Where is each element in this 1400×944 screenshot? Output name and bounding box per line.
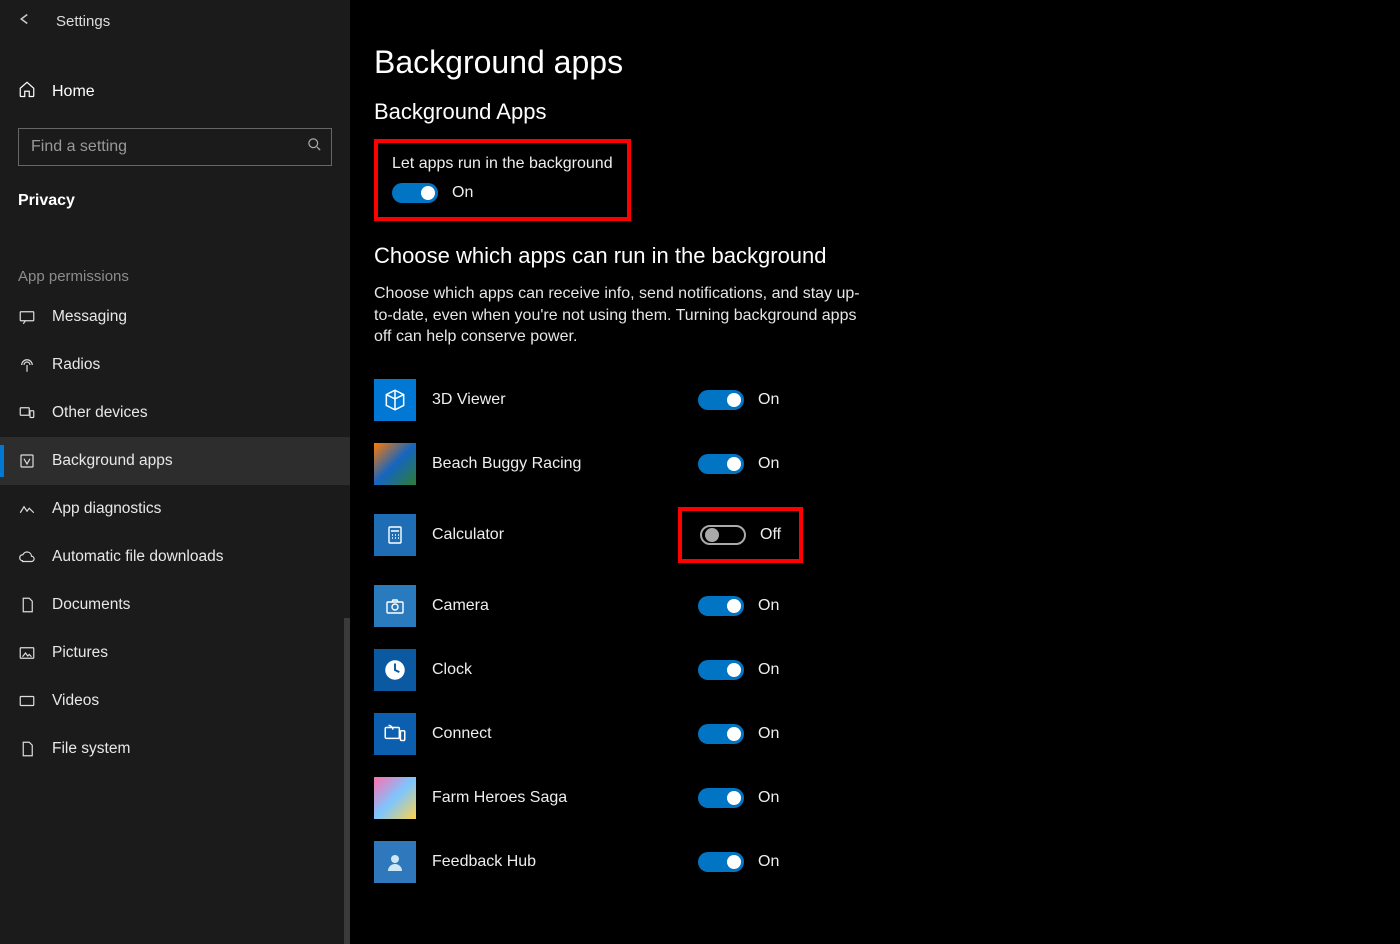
sidebar-item-app-diagnostics[interactable]: App diagnostics bbox=[0, 485, 350, 533]
pictures-icon bbox=[18, 644, 36, 662]
section-heading: App permissions bbox=[0, 268, 350, 285]
master-toggle-label: Let apps run in the background bbox=[392, 155, 613, 173]
app-toggle-beach-buggy-racing[interactable] bbox=[698, 454, 744, 474]
sidebar-item-label: Radios bbox=[52, 356, 100, 374]
search-wrap bbox=[18, 128, 332, 166]
sidebar-item-label: Automatic file downloads bbox=[52, 548, 223, 566]
app-icon-connect bbox=[374, 713, 416, 755]
cloud-icon bbox=[18, 548, 36, 566]
diagnostics-icon bbox=[18, 500, 36, 518]
sidebar-item-label: Videos bbox=[52, 692, 99, 710]
app-list: 3D Viewer On Beach Buggy Racing On Calcu… bbox=[374, 368, 1400, 894]
app-name-label: Beach Buggy Racing bbox=[432, 455, 682, 473]
description-text: Choose which apps can receive info, send… bbox=[374, 283, 864, 348]
sidebar-item-automatic-file-downloads[interactable]: Automatic file downloads bbox=[0, 533, 350, 581]
app-icon-beach-buggy-racing bbox=[374, 443, 416, 485]
app-toggle-calculator[interactable] bbox=[700, 525, 746, 545]
search-icon bbox=[307, 137, 322, 157]
app-icon-feedback-hub bbox=[374, 841, 416, 883]
background-apps-icon bbox=[18, 452, 36, 470]
master-toggle[interactable] bbox=[392, 183, 438, 203]
sidebar-item-file-system[interactable]: File system bbox=[0, 725, 350, 773]
app-row-calculator: Calculator Off bbox=[374, 496, 1400, 574]
app-name-label: Calculator bbox=[432, 526, 682, 544]
app-icon-camera bbox=[374, 585, 416, 627]
settings-title: Settings bbox=[56, 13, 110, 30]
app-toggle-state: On bbox=[758, 455, 779, 473]
app-toggle-state: On bbox=[758, 661, 779, 679]
sidebar-item-label: Background apps bbox=[52, 452, 173, 470]
app-toggle-farm-heroes-saga[interactable] bbox=[698, 788, 744, 808]
app-toggle-state: On bbox=[758, 391, 779, 409]
app-row-camera: Camera On bbox=[374, 574, 1400, 638]
sidebar-item-documents[interactable]: Documents bbox=[0, 581, 350, 629]
app-row-clock: Clock On bbox=[374, 638, 1400, 702]
sidebar-item-label: App diagnostics bbox=[52, 500, 161, 518]
page-title: Background apps bbox=[374, 44, 1400, 81]
sidebar-item-radios[interactable]: Radios bbox=[0, 341, 350, 389]
app-toggle-state: On bbox=[758, 789, 779, 807]
app-toggle-3d-viewer[interactable] bbox=[698, 390, 744, 410]
app-icon-calculator bbox=[374, 514, 416, 556]
app-toggle-feedback-hub[interactable] bbox=[698, 852, 744, 872]
app-toggle-clock[interactable] bbox=[698, 660, 744, 680]
other-devices-icon bbox=[18, 404, 36, 422]
app-name-label: Clock bbox=[432, 661, 682, 679]
sidebar-item-label: File system bbox=[52, 740, 130, 758]
section-heading-choose-apps: Choose which apps can run in the backgro… bbox=[374, 243, 1400, 269]
app-row-farm-heroes-saga: Farm Heroes Saga On bbox=[374, 766, 1400, 830]
app-name-label: Connect bbox=[432, 725, 682, 743]
sidebar-item-label: Messaging bbox=[52, 308, 127, 326]
sidebar-header: Settings bbox=[0, 0, 350, 43]
sidebar-item-pictures[interactable]: Pictures bbox=[0, 629, 350, 677]
app-toggle-state: Off bbox=[760, 526, 781, 544]
sidebar-item-label: Documents bbox=[52, 596, 130, 614]
file-system-icon bbox=[18, 740, 36, 758]
sidebar-item-messaging[interactable]: Messaging bbox=[0, 293, 350, 341]
app-row-3d-viewer: 3D Viewer On bbox=[374, 368, 1400, 432]
master-toggle-highlight: Let apps run in the background On bbox=[374, 139, 631, 221]
search-input[interactable] bbox=[18, 128, 332, 166]
app-row-feedback-hub: Feedback Hub On bbox=[374, 830, 1400, 894]
app-name-label: Farm Heroes Saga bbox=[432, 789, 682, 807]
app-toggle-highlight-calculator: Off bbox=[678, 507, 803, 563]
messaging-icon bbox=[18, 308, 36, 326]
app-name-label: Feedback Hub bbox=[432, 853, 682, 871]
document-icon bbox=[18, 596, 36, 614]
app-toggle-connect[interactable] bbox=[698, 724, 744, 744]
app-toggle-camera[interactable] bbox=[698, 596, 744, 616]
home-label: Home bbox=[52, 83, 95, 101]
master-toggle-state: On bbox=[452, 184, 473, 202]
sidebar-item-videos[interactable]: Videos bbox=[0, 677, 350, 725]
nav-list: Messaging Radios Other devices Backgroun… bbox=[0, 293, 350, 773]
app-toggle-state: On bbox=[758, 853, 779, 871]
videos-icon bbox=[18, 692, 36, 710]
sidebar-item-label: Other devices bbox=[52, 404, 148, 422]
home-button[interactable]: Home bbox=[0, 69, 350, 114]
app-icon-clock bbox=[374, 649, 416, 691]
sidebar-item-label: Pictures bbox=[52, 644, 108, 662]
home-icon bbox=[18, 80, 36, 103]
main-content: Background apps Background Apps Let apps… bbox=[350, 0, 1400, 944]
app-toggle-state: On bbox=[758, 597, 779, 615]
app-icon-farm-heroes-saga bbox=[374, 777, 416, 819]
app-toggle-state: On bbox=[758, 725, 779, 743]
app-name-label: Camera bbox=[432, 597, 682, 615]
section-heading-background-apps: Background Apps bbox=[374, 99, 1400, 125]
back-icon[interactable] bbox=[16, 10, 34, 33]
app-row-beach-buggy-racing: Beach Buggy Racing On bbox=[374, 432, 1400, 496]
app-icon-3d-viewer bbox=[374, 379, 416, 421]
sidebar: Settings Home Privacy App permissions Me… bbox=[0, 0, 350, 944]
category-label: Privacy bbox=[0, 192, 350, 210]
app-row-connect: Connect On bbox=[374, 702, 1400, 766]
sidebar-item-other-devices[interactable]: Other devices bbox=[0, 389, 350, 437]
app-name-label: 3D Viewer bbox=[432, 391, 682, 409]
radios-icon bbox=[18, 356, 36, 374]
sidebar-item-background-apps[interactable]: Background apps bbox=[0, 437, 350, 485]
